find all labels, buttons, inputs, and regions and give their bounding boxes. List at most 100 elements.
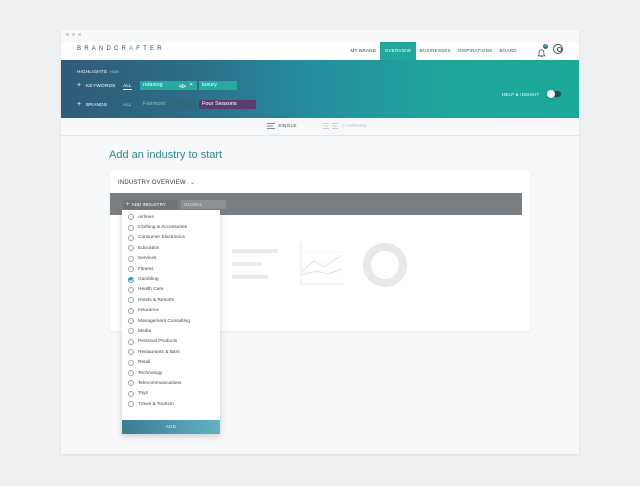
radio-icon[interactable]: [128, 307, 134, 314]
industry-option[interactable]: Restaurants & Bars: [122, 347, 220, 357]
industry-dropdown: Airlines Clothing & Accessories Consumer E…: [122, 210, 220, 434]
radio-icon[interactable]: [128, 370, 134, 377]
radio-icon[interactable]: [128, 328, 134, 335]
keyword-chip-luxury[interactable]: luxury: [199, 81, 237, 90]
add-industry-button[interactable]: + ADD INDUSTRY: [123, 200, 178, 209]
radio-icon[interactable]: [128, 359, 134, 366]
keyword-chip-relaxing[interactable]: relaxing ✕: [140, 81, 197, 90]
nav-inspirations[interactable]: INSPIRATIONS: [454, 42, 495, 60]
industry-option[interactable]: Hotels & Resorts: [122, 295, 220, 305]
card-title: INDUSTRY OVERVIEW: [118, 180, 186, 186]
industry-option[interactable]: Management Consulting: [122, 316, 220, 326]
help-insight-label: HELP & INSIGHT: [502, 92, 540, 97]
dropdown-add-button[interactable]: ADD: [122, 420, 220, 434]
industry-option[interactable]: Fitness: [122, 264, 220, 274]
nav-overview[interactable]: OVERVIEW: [379, 42, 417, 60]
remove-chip-close-icon[interactable]: ✕: [189, 81, 193, 90]
notifications-icon[interactable]: 3: [537, 44, 548, 57]
radio-icon[interactable]: [128, 224, 134, 231]
page-title: Add an industry to start: [109, 149, 223, 161]
industry-option[interactable]: Retail: [122, 357, 220, 367]
industry-option[interactable]: Telecommunications: [122, 378, 220, 388]
notification-badge: 3: [543, 44, 548, 49]
industry-option[interactable]: Personal Products: [122, 337, 220, 347]
brands-all-filter[interactable]: ALL: [123, 103, 132, 108]
radio-icon[interactable]: [128, 390, 134, 397]
radio-icon[interactable]: [128, 245, 134, 252]
mode-single-tab[interactable]: SINGLE: [278, 124, 297, 129]
industry-option[interactable]: Travel & Tourism: [122, 399, 220, 409]
radio-icon[interactable]: [128, 401, 134, 408]
industry-option[interactable]: Consumer Electronics: [122, 233, 220, 243]
industry-option[interactable]: Technology: [122, 368, 220, 378]
radio-icon[interactable]: [128, 286, 134, 293]
radio-icon[interactable]: [128, 234, 134, 241]
eye-icon[interactable]: [179, 83, 186, 88]
industry-option-label: Gambling: [138, 277, 159, 283]
highlights-title: HIGHLIGHTS: [77, 69, 108, 74]
global-selector[interactable]: GLOBAL: [181, 200, 226, 209]
add-keyword-plus-icon[interactable]: +: [77, 82, 81, 89]
nav-businesses[interactable]: BUSINESSES: [416, 42, 454, 60]
radio-icon[interactable]: [128, 338, 134, 345]
radio-icon[interactable]: [128, 318, 134, 325]
industry-option-label: Restaurants & Bars: [138, 349, 180, 355]
industry-option[interactable]: Insurance: [122, 306, 220, 316]
header-divider: [61, 135, 579, 136]
industry-option-label: Toys: [138, 391, 148, 397]
mode-compare-tab[interactable]: COMPARE: [342, 124, 367, 129]
hide-highlights-link[interactable]: HIDE: [110, 70, 119, 74]
industry-option-label: Health Care: [138, 287, 164, 293]
user-avatar-icon[interactable]: [553, 44, 563, 54]
industry-option-label: Retail: [138, 360, 151, 366]
window-controls: [66, 33, 81, 36]
keywords-label: KEYWORDS: [86, 83, 116, 89]
top-navbar: BRANDCRAFTER MY BRAND OVERVIEW BUSINESSE…: [61, 42, 579, 60]
industry-option-label: Clothing & Accessories: [138, 225, 188, 231]
industry-option-label: Telecommunications: [138, 380, 182, 386]
industry-option[interactable]: Services: [122, 254, 220, 264]
placeholder-bar: [232, 275, 268, 279]
radio-icon[interactable]: [128, 380, 134, 387]
brand-chip-four-seasons[interactable]: Four Seasons: [199, 100, 256, 109]
radio-icon[interactable]: [128, 266, 134, 273]
industry-option[interactable]: Clothing & Accessories: [122, 222, 220, 232]
radio-icon[interactable]: [128, 214, 134, 221]
industry-option-label: Technology: [138, 370, 163, 376]
radio-icon[interactable]: [128, 349, 134, 356]
industry-option[interactable]: Health Care: [122, 285, 220, 295]
toggle-knob: [547, 90, 555, 98]
industry-option-label: Services: [138, 256, 157, 262]
bell-icon: [537, 49, 546, 57]
compare-view-icon: [323, 123, 338, 129]
chevron-down-icon[interactable]: ⌄: [190, 179, 195, 186]
industry-option-label: Hotels & Resorts: [138, 297, 174, 303]
industry-option-label: Travel & Tourism: [138, 401, 174, 407]
industry-option[interactable]: Gambling: [122, 274, 220, 284]
keywords-all-filter[interactable]: ALL: [123, 84, 132, 90]
placeholder-bar: [232, 262, 262, 266]
radio-icon[interactable]: [128, 297, 134, 304]
industry-option-label: Fitness: [138, 266, 154, 272]
main-nav: MY BRAND OVERVIEW BUSINESSES INSPIRATION…: [347, 42, 520, 60]
industry-option[interactable]: Airlines: [122, 212, 220, 222]
industry-option[interactable]: Education: [122, 243, 220, 253]
industry-option-label: Media: [138, 328, 152, 334]
brand-logo[interactable]: BRANDCRAFTER: [77, 46, 165, 52]
industry-options-list: Airlines Clothing & Accessories Consumer E…: [122, 210, 220, 409]
placeholder-donut-chart: [363, 243, 407, 287]
help-insight-toggle[interactable]: [547, 90, 561, 98]
brands-label: BRANDS: [86, 102, 108, 108]
nav-my-brand[interactable]: MY BRAND: [347, 42, 380, 60]
add-brand-plus-icon[interactable]: +: [77, 101, 81, 108]
industry-option-label: Personal Products: [138, 339, 178, 345]
brand-chip-fairmont[interactable]: Fairmont: [140, 100, 197, 109]
radio-checked-icon[interactable]: [128, 276, 134, 283]
nav-board[interactable]: BOARD: [496, 42, 520, 60]
radio-icon[interactable]: [128, 255, 134, 262]
industry-option[interactable]: Media: [122, 326, 220, 336]
industry-option-label: Management Consulting: [138, 318, 190, 324]
placeholder-bar: [232, 249, 278, 253]
browser-window: BRANDCRAFTER MY BRAND OVERVIEW BUSINESSE…: [61, 30, 579, 454]
industry-option[interactable]: Toys: [122, 389, 220, 399]
